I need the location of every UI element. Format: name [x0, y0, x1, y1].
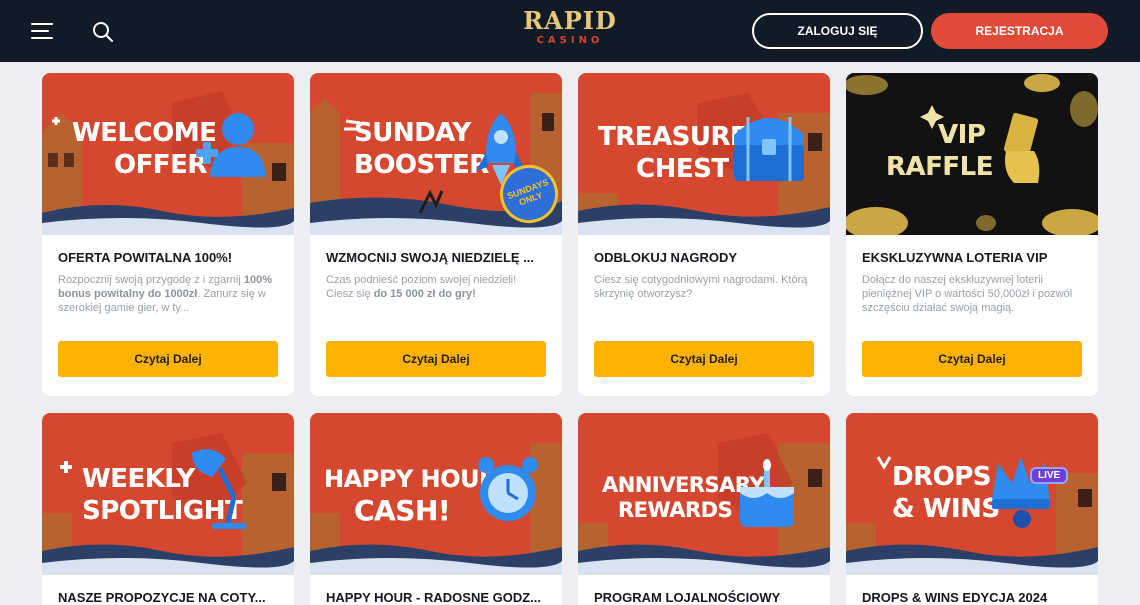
card-title: WZMOCNIJ SWOJĄ NIEDZIELĘ ...	[326, 250, 535, 265]
card-description: Ciesz się cotygodniowymi nagrodami. Któr…	[594, 274, 808, 300]
banner-line-1: DROPS	[892, 462, 992, 492]
promo-banner: TREASURE CHEST	[578, 73, 830, 235]
promo-banner: SUNDAY BOOSTER SUNDAYS ONLY	[310, 73, 562, 235]
promo-card-vip-raffle[interactable]: VIP RAFFLE EKSKLUZYWNA LOTERIA VIP Dołąc…	[846, 73, 1098, 396]
read-more-button[interactable]: Czytaj Dalej	[58, 341, 278, 377]
promo-banner: HAPPY HOUR CASH!	[310, 413, 562, 575]
top-navigation-bar: RAPID CASINO ZALOGUJ SIĘ REJESTRACJA	[0, 0, 1140, 62]
promo-banner: DROPS & WINS LIVE	[846, 413, 1098, 575]
alarm-clock-icon	[478, 457, 538, 521]
promo-card-treasure-chest[interactable]: TREASURE CHEST ODBLOKUJ NAGRODY Ciesz si…	[578, 73, 830, 396]
birthday-cake-icon	[740, 459, 794, 527]
logo-main-text: RAPID	[523, 6, 617, 35]
card-description: Rozpocznij swoją przygodę z i zgarnij 10…	[58, 274, 273, 314]
banner-line-2: RAFFLE	[886, 152, 994, 182]
promo-card-drops-wins[interactable]: DROPS & WINS LIVE DROPS & WINS EDYCJA 20…	[846, 413, 1098, 605]
banner-line-1: TREASURE	[598, 122, 748, 152]
promo-banner: WEEKLY SPOTLIGHT	[42, 413, 294, 575]
promo-banner: ANNIVERSARY REWARDS	[578, 413, 830, 575]
banner-line-1: VIP	[938, 120, 986, 150]
rapid-casino-logo[interactable]: RAPID CASINO	[510, 8, 630, 54]
read-more-button[interactable]: Czytaj Dalej	[326, 341, 546, 377]
promo-card-anniversary-rewards[interactable]: ANNIVERSARY REWARDS PROGRAM LOJALNOŚCIOW…	[578, 413, 830, 605]
read-more-button[interactable]: Czytaj Dalej	[594, 341, 814, 377]
promo-card-happy-hour[interactable]: HAPPY HOUR CASH! HAPPY HOUR - RADOSNE GO…	[310, 413, 562, 605]
search-icon[interactable]	[92, 21, 114, 43]
banner-title: WEEKLY SPOTLIGHT	[42, 413, 294, 575]
promo-card-weekly-spotlight[interactable]: WEEKLY SPOTLIGHT NASZE PROPOZYCJE NA COT…	[42, 413, 294, 605]
promo-card-sunday-booster[interactable]: SUNDAY BOOSTER SUNDAYS ONLY WZMOCNIJ SWO…	[310, 73, 562, 396]
user-plus-icon	[196, 113, 266, 177]
card-title: HAPPY HOUR - RADOSNE GODZ...	[326, 590, 542, 605]
treasure-chest-icon	[734, 117, 804, 181]
card-title: DROPS & WINS EDYCJA 2024	[862, 590, 1048, 605]
card-description: Dołącz do naszej ekskluzywnej loterii pi…	[862, 274, 1073, 314]
banner-title: VIP RAFFLE	[846, 73, 1098, 235]
login-button[interactable]: ZALOGUJ SIĘ	[752, 13, 923, 49]
promo-banner: VIP RAFFLE	[846, 73, 1098, 235]
card-title: OFERTA POWITALNA 100%!	[58, 250, 233, 265]
banner-line-1: WEEKLY	[82, 464, 195, 494]
golden-ticket-hand-icon	[1003, 112, 1040, 183]
card-title: NASZE PROPOZYCJE NA COTY...	[58, 590, 266, 605]
desk-lamp-icon	[192, 449, 246, 529]
card-title: PROGRAM LOJALNOŚCIOWY	[594, 590, 781, 605]
card-title: ODBLOKUJ NAGRODY	[594, 250, 738, 265]
read-more-button[interactable]: Czytaj Dalej	[862, 341, 1082, 377]
register-button[interactable]: REJESTRACJA	[931, 13, 1108, 49]
logo-sub-text: CASINO	[536, 35, 604, 46]
card-title: EKSKLUZYWNA LOTERIA VIP	[862, 250, 1048, 265]
promo-card-welcome-offer[interactable]: WELCOME OFFER OFERTA POWITALNA 100%! Roz…	[42, 73, 294, 396]
crown-icon	[992, 457, 1050, 528]
banner-line-1: SUNDAY	[354, 118, 471, 148]
card-description: Czas podnieść poziom swojej niedzieli! C…	[326, 274, 517, 300]
banner-title: DROPS & WINS	[846, 413, 1098, 575]
promo-banner: WELCOME OFFER	[42, 73, 294, 235]
live-badge: LIVE	[1030, 467, 1069, 484]
hamburger-menu-icon[interactable]	[31, 20, 55, 42]
